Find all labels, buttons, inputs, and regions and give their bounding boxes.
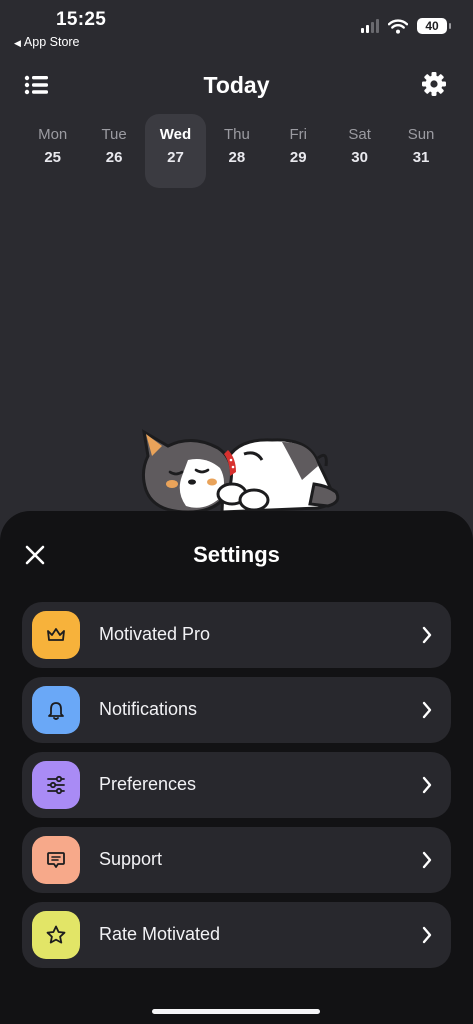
message-icon-box [32,836,80,884]
back-arrow-icon: ◀ [14,38,21,48]
bell-icon [48,702,64,720]
page-title: Today [203,72,270,98]
day-name: Mon [38,126,68,143]
crown-icon-box [32,611,80,659]
home-indicator[interactable] [152,1009,320,1014]
sleeping-dog-illustration [141,429,340,514]
top-bar: Today [0,64,473,108]
item-label: Motivated Pro [99,624,211,644]
sliders-icon-box [32,761,80,809]
chevron-right-icon [422,851,432,869]
chevron-right-icon [422,701,432,719]
day-date: 25 [44,149,62,166]
chevron-right-icon [422,926,432,944]
day-date: 27 [167,149,184,166]
chevron-right-icon [422,776,432,794]
day-thu[interactable]: Thu 28 [206,114,267,188]
star-icon-box [32,911,80,959]
chevron-right-icon [422,626,432,644]
item-label: Support [99,849,163,869]
settings-item-notifications[interactable]: Notifications [22,677,451,743]
day-name: Tue [101,126,127,143]
settings-item-rate-motivated[interactable]: Rate Motivated [22,902,451,968]
battery-icon: 40 [417,18,451,34]
week-day-selector: Mon 25 Tue 26 Wed 27 Thu 28 Fri 29 Sat 30 Sun 3… [22,114,452,190]
day-fri[interactable]: Fri 29 [268,114,329,188]
settings-item-support[interactable]: Support [22,827,451,893]
status-indicators: 40 [361,18,451,34]
day-date: 30 [351,149,368,166]
day-date: 29 [289,149,307,166]
day-name: Thu [223,126,250,143]
day-date: 31 [412,149,430,166]
day-name: Fri [289,126,308,143]
item-label: Notifications [99,699,198,719]
wifi-icon [388,18,408,34]
star-icon [46,925,66,944]
status-bar: 15:25 ◀ App Store 40 [0,0,473,56]
day-sun[interactable]: Sun 31 [390,114,451,188]
message-icon [47,852,65,868]
day-mon[interactable]: Mon 25 [22,114,83,188]
day-date: 28 [228,149,246,166]
item-label: Rate Motivated [99,924,221,944]
back-label: App Store [23,35,80,49]
settings-button[interactable] [421,71,447,97]
day-wed-selected[interactable]: Wed 27 [144,114,207,188]
day-name: Sat [348,126,371,143]
settings-item-motivated-pro[interactable]: Motivated Pro [22,602,451,668]
settings-item-preferences[interactable]: Preferences [22,752,451,818]
day-name: Wed [159,126,192,143]
day-name: Sun [407,126,435,143]
back-to-app-store[interactable]: ◀ App Store [14,35,80,49]
crown-icon [47,628,65,641]
day-tue[interactable]: Tue 26 [83,114,144,188]
sheet-title: Settings [193,542,280,567]
sliders-icon [47,775,65,795]
status-time: 15:25 [56,9,107,30]
bell-icon-box [32,686,80,734]
day-date: 26 [105,149,123,166]
item-label: Preferences [99,774,197,794]
signal-icon [361,19,379,33]
gear-icon [422,72,446,96]
day-sat[interactable]: Sat 30 [329,114,390,188]
